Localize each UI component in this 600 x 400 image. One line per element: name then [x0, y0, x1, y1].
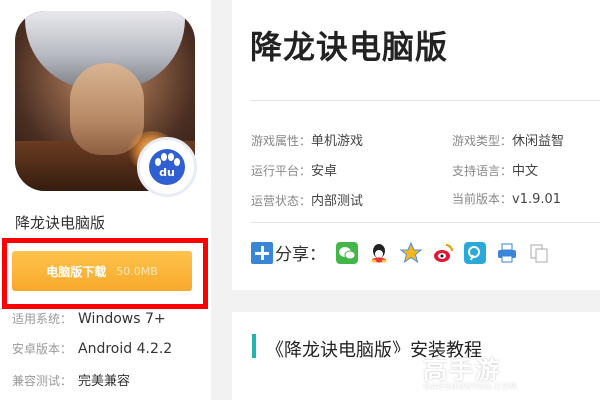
gaoshouyou-logo-icon: [386, 352, 416, 382]
qq-icon[interactable]: [368, 241, 390, 264]
baidu-paw-icon: du: [137, 137, 197, 197]
section-accent-bar: [252, 334, 256, 358]
attr-game-attribute: 游戏属性：单机游戏: [251, 130, 363, 149]
qzone-icon[interactable]: [399, 241, 423, 264]
attr-value: 休闲益智: [512, 134, 565, 149]
attr-key: 游戏类型：: [452, 134, 513, 148]
divider: [250, 222, 600, 223]
attr-version: 当前版本：v1.9.01: [452, 190, 561, 207]
download-button[interactable]: 电脑版下载 50.0MB: [12, 251, 192, 291]
attr-status: 运营状态：内部测试: [251, 190, 363, 209]
watermark-text: 高手游: [423, 356, 501, 384]
attr-platform: 运行平台：安卓: [251, 160, 337, 179]
spec-value: Windows 7+: [78, 311, 166, 327]
share-plus-icon[interactable]: [251, 241, 273, 264]
share-bar: 分享：: [251, 240, 560, 265]
copy-icon[interactable]: [528, 241, 550, 264]
watermark-subtext: GAOSHOUYOU.COM: [424, 382, 518, 391]
page-title: 降龙诀电脑版: [250, 28, 449, 66]
spec-row-compat: 兼容测试： 完美兼容: [12, 370, 130, 389]
attr-language: 支持语言：中文: [452, 160, 538, 179]
attr-value: 中文: [512, 164, 539, 179]
wechat-icon[interactable]: [336, 241, 358, 264]
app-name: 降龙诀电脑版: [15, 214, 106, 232]
attr-key: 运营状态：: [251, 194, 312, 208]
spec-row-android: 安卓版本： Android 4.2.2: [12, 340, 172, 357]
attr-key: 运行平台：: [251, 164, 312, 178]
download-size: 50.0MB: [116, 264, 158, 278]
download-label: 电脑版下载: [46, 264, 107, 279]
spec-key: 安卓版本：: [12, 342, 73, 356]
print-icon[interactable]: [496, 241, 518, 264]
share-label: 分享：: [275, 245, 326, 265]
divider: [250, 100, 600, 101]
attr-key: 游戏属性：: [251, 134, 312, 148]
attr-key: 支持语言：: [452, 164, 513, 178]
attr-value: v1.9.01: [512, 192, 562, 207]
baidu-badge-text: du: [159, 166, 175, 179]
spec-row-system: 适用系统： Windows 7+: [12, 310, 166, 327]
tencent-weibo-icon[interactable]: [464, 241, 486, 264]
spec-key: 兼容测试：: [12, 374, 73, 388]
attr-value: 单机游戏: [311, 134, 364, 149]
weibo-icon[interactable]: [432, 241, 454, 264]
attr-game-type: 游戏类型：休闲益智: [452, 130, 564, 149]
attr-value: 安卓: [311, 164, 338, 179]
attr-value: 内部测试: [311, 194, 364, 209]
attr-key: 当前版本：: [452, 192, 513, 206]
spec-key: 适用系统：: [12, 312, 73, 326]
spec-value: Android 4.2.2: [78, 341, 173, 357]
spec-value: 完美兼容: [78, 374, 131, 389]
